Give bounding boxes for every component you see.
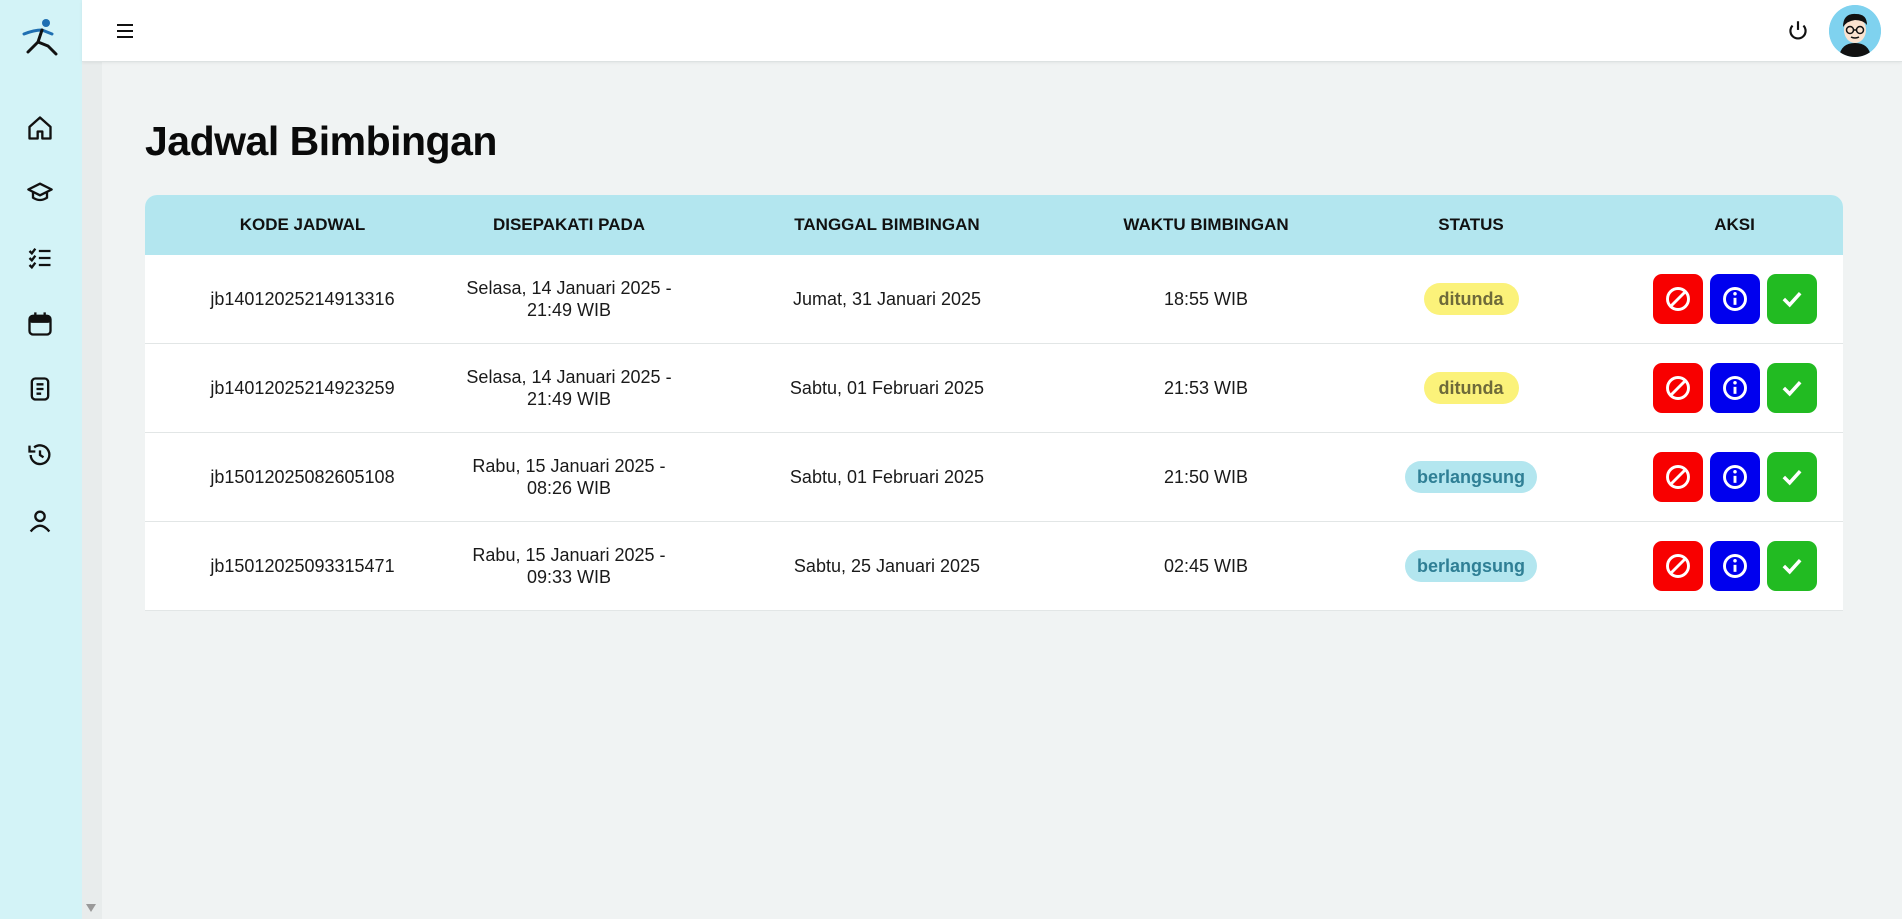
column-header-aksi: AKSI bbox=[1714, 215, 1755, 234]
table-row: jb14012025214923259 Selasa, 14 Januari 2… bbox=[145, 344, 1843, 433]
column-header-kode: KODE JADWAL bbox=[239, 215, 366, 234]
column-header-waktu: WAKTU BIMBINGAN bbox=[1123, 215, 1289, 234]
info-button[interactable] bbox=[1709, 541, 1760, 591]
approve-button[interactable] bbox=[1766, 363, 1817, 413]
cancel-button[interactable] bbox=[1652, 452, 1703, 502]
sidebar-item-tasks[interactable] bbox=[22, 240, 58, 276]
sidebar bbox=[0, 0, 82, 919]
cancel-button[interactable] bbox=[1652, 274, 1703, 324]
status-badge: berlangsung bbox=[1404, 550, 1537, 582]
cell-disepakati: Rabu, 15 Januari 2025 - 08:26 WIB bbox=[472, 456, 666, 498]
history-icon bbox=[28, 444, 51, 466]
power-icon[interactable] bbox=[1785, 18, 1811, 44]
info-icon bbox=[1722, 465, 1747, 489]
check-icon bbox=[1782, 469, 1801, 486]
sidebar-item-documents[interactable] bbox=[22, 371, 58, 407]
info-button[interactable] bbox=[1709, 274, 1760, 324]
sidebar-item-home[interactable] bbox=[22, 110, 58, 146]
table-header: KODE JADWAL DISEPAKATI PADA TANGGAL BIMB… bbox=[145, 195, 1843, 255]
sidebar-item-schedule[interactable] bbox=[22, 306, 58, 342]
avatar[interactable] bbox=[1829, 5, 1881, 57]
row-actions bbox=[1626, 363, 1843, 413]
sidebar-item-history[interactable] bbox=[22, 437, 58, 473]
scroll-down-arrow-icon[interactable] bbox=[84, 902, 98, 914]
row-actions bbox=[1626, 274, 1843, 324]
graduation-cap-icon bbox=[27, 182, 53, 202]
cell-kode: jb15012025082605108 bbox=[210, 467, 395, 487]
column-header-status: STATUS bbox=[1438, 215, 1504, 234]
column-header-tanggal: TANGGAL BIMBINGAN bbox=[794, 215, 980, 234]
approve-button[interactable] bbox=[1766, 452, 1817, 502]
user-icon bbox=[29, 510, 51, 533]
cell-waktu: 02:45 WIB bbox=[1163, 556, 1249, 576]
row-actions bbox=[1626, 452, 1843, 502]
cell-kode: jb14012025214923259 bbox=[210, 378, 395, 398]
page-title: Jadwal Bimbingan bbox=[145, 118, 497, 164]
check-icon bbox=[1782, 558, 1801, 575]
check-icon bbox=[1782, 380, 1801, 397]
cancel-button[interactable] bbox=[1652, 541, 1703, 591]
cell-tanggal: Jumat, 31 Januari 2025 bbox=[792, 289, 982, 309]
home-icon bbox=[28, 116, 52, 140]
cell-waktu: 21:53 WIB bbox=[1163, 378, 1249, 398]
cell-kode: jb15012025093315471 bbox=[210, 556, 395, 576]
cell-waktu: 21:50 WIB bbox=[1163, 467, 1249, 487]
status-badge: berlangsung bbox=[1404, 461, 1537, 493]
menu-icon[interactable] bbox=[112, 19, 138, 43]
cancel-icon bbox=[1665, 376, 1690, 400]
cell-disepakati: Rabu, 15 Januari 2025 - 09:33 WIB bbox=[472, 545, 666, 587]
table-row: jb15012025082605108 Rabu, 15 Januari 202… bbox=[145, 433, 1843, 522]
sidebar-item-academic[interactable] bbox=[22, 175, 58, 211]
cell-disepakati: Selasa, 14 Januari 2025 - 21:49 WIB bbox=[466, 278, 672, 320]
status-badge: ditunda bbox=[1423, 283, 1519, 315]
checklist-icon bbox=[28, 247, 51, 270]
calendar-icon bbox=[28, 312, 52, 336]
status-badge: ditunda bbox=[1423, 372, 1519, 404]
info-icon bbox=[1722, 376, 1747, 400]
info-button[interactable] bbox=[1709, 452, 1760, 502]
info-button[interactable] bbox=[1709, 363, 1760, 413]
info-icon bbox=[1722, 554, 1747, 578]
app-logo[interactable] bbox=[18, 16, 62, 56]
cell-tanggal: Sabtu, 25 Januari 2025 bbox=[793, 556, 981, 576]
cancel-button[interactable] bbox=[1652, 363, 1703, 413]
table-row: jb15012025093315471 Rabu, 15 Januari 202… bbox=[145, 522, 1843, 611]
cancel-icon bbox=[1665, 554, 1690, 578]
cell-tanggal: Sabtu, 01 Februari 2025 bbox=[789, 378, 985, 398]
approve-button[interactable] bbox=[1766, 541, 1817, 591]
schedule-table: KODE JADWAL DISEPAKATI PADA TANGGAL BIMB… bbox=[145, 195, 1843, 611]
cell-kode: jb14012025214913316 bbox=[210, 289, 395, 309]
check-icon bbox=[1782, 291, 1801, 308]
row-actions bbox=[1626, 541, 1843, 591]
cancel-icon bbox=[1665, 465, 1690, 489]
cell-disepakati: Selasa, 14 Januari 2025 - 21:49 WIB bbox=[466, 367, 672, 409]
column-header-disepakati: DISEPAKATI PADA bbox=[492, 215, 646, 234]
cancel-icon bbox=[1665, 287, 1690, 311]
cell-tanggal: Sabtu, 01 Februari 2025 bbox=[789, 467, 985, 487]
sidebar-item-profile[interactable] bbox=[22, 503, 58, 539]
scrollbar-track[interactable] bbox=[82, 62, 102, 919]
cell-waktu: 18:55 WIB bbox=[1163, 289, 1249, 309]
approve-button[interactable] bbox=[1766, 274, 1817, 324]
top-bar bbox=[82, 0, 1902, 62]
document-icon bbox=[30, 377, 50, 401]
info-icon bbox=[1722, 287, 1747, 311]
table-row: jb14012025214913316 Selasa, 14 Januari 2… bbox=[145, 255, 1843, 344]
